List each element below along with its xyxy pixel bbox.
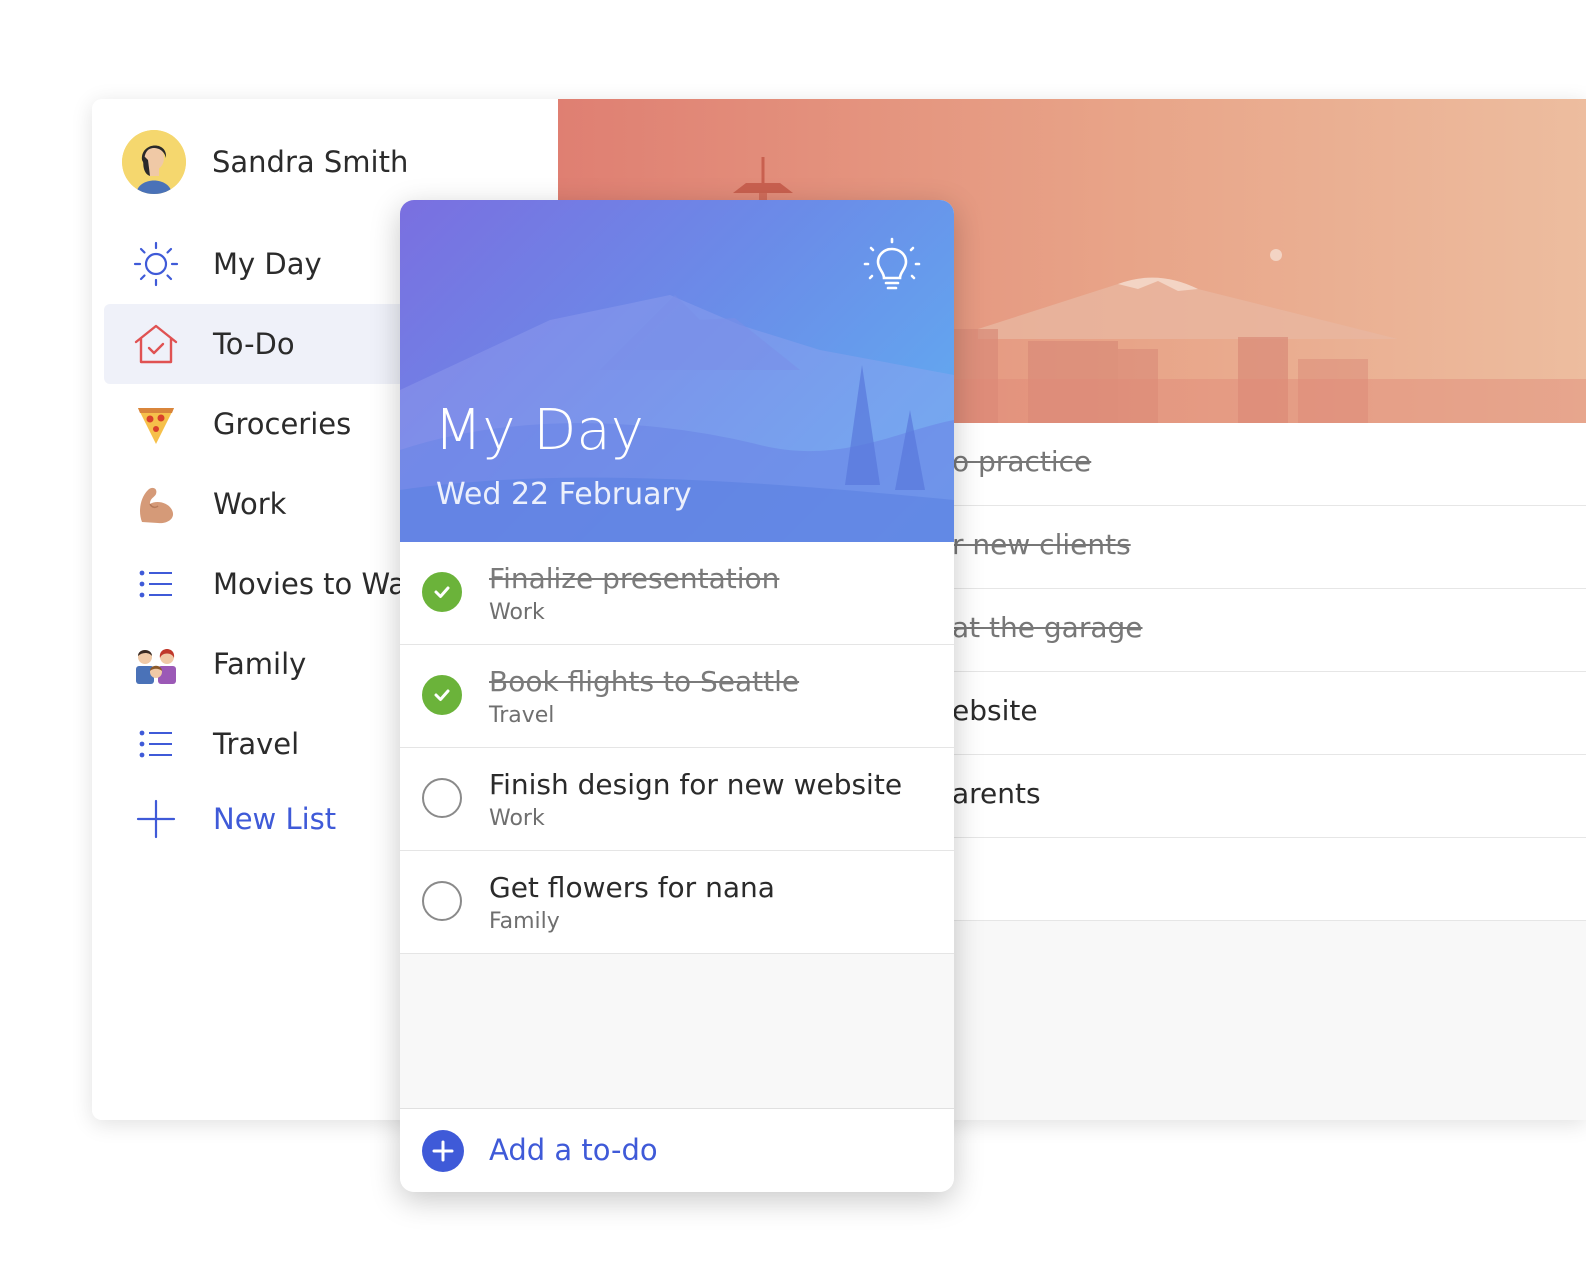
my-day-card: My Day Wed 22 February Finalize presenta… [400,200,954,1192]
complete-checkbox[interactable] [422,675,462,715]
list-item[interactable]: Get flowers for nana Family [400,851,954,954]
family-icon [130,638,182,690]
page-title: My Day [434,398,644,463]
list-icon [130,558,182,610]
task-title: Get flowers for nana [489,871,775,904]
sun-icon [130,238,182,290]
plus-icon [130,793,182,845]
plus-circle-icon [422,1130,464,1172]
my-day-hero: My Day Wed 22 February [400,200,954,542]
sidebar-item-label: To-Do [213,327,295,361]
sidebar-item-label: My Day [213,247,322,281]
task-title: o practice [952,445,1092,478]
complete-checkbox[interactable] [422,881,462,921]
house-check-icon [130,318,182,370]
page-date: Wed 22 February [436,477,692,512]
list-item[interactable]: Book flights to Seattle Travel [400,645,954,748]
profile[interactable]: Sandra Smith [122,129,408,195]
list-item[interactable]: Finalize presentation Work [400,542,954,645]
list-item[interactable]: Finish design for new website Work [400,748,954,851]
new-list-label: New List [213,802,337,836]
task-list-name: Family [489,909,560,934]
sidebar-item-label: Movies to Wat [213,567,418,601]
sidebar-item-label: Groceries [213,407,352,441]
add-todo-button[interactable]: Add a to-do [400,1108,954,1192]
complete-checkbox[interactable] [422,778,462,818]
profile-name: Sandra Smith [212,145,409,179]
task-list: Finalize presentation Work Book flights … [400,542,954,954]
task-list-name: Work [489,600,545,625]
sidebar-item-label: Travel [213,727,300,761]
task-title: arents [952,777,1041,810]
task-title: ebsite [952,694,1038,727]
flexed-biceps-icon [130,478,182,530]
task-list-name: Work [489,806,545,831]
sidebar-item-label: Work [213,487,287,521]
add-todo-label: Add a to-do [489,1133,658,1167]
pizza-icon [130,398,182,450]
task-title: r new clients [952,528,1131,561]
avatar[interactable] [122,130,186,194]
task-list-name: Travel [489,703,555,728]
sidebar-item-label: Family [213,647,307,681]
complete-checkbox[interactable] [422,572,462,612]
task-title: Finalize presentation [489,562,780,595]
task-title: at the garage [952,611,1143,644]
lightbulb-icon[interactable] [862,236,922,296]
list-icon [130,718,182,770]
task-title: Book flights to Seattle [489,665,800,698]
task-title: Finish design for new website [489,768,903,801]
